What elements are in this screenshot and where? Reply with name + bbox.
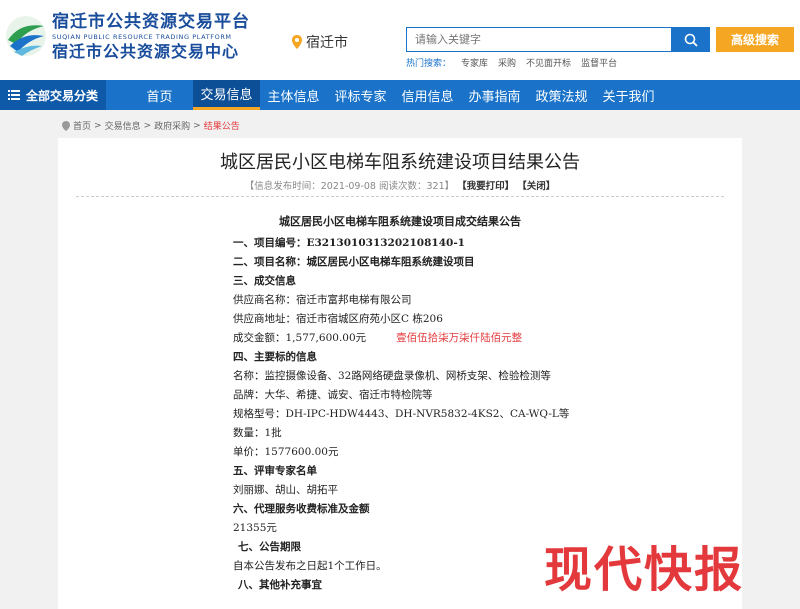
breadcrumb-gov-procurement[interactable]: 政府采购 <box>154 119 190 132</box>
project-number: 一、项目编号：E3213010313202108140-1 <box>233 237 465 249</box>
home-pin-icon <box>62 120 70 131</box>
supplier-address: 供应商地址：宿迁市宿城区府苑小区C 栋206 <box>233 313 443 325</box>
logo-subtitle-en: SUQIAN PUBLIC RESOURCE TRADING PLATFORM <box>52 33 232 41</box>
main-nav: 全部交易分类 首页 交易信息 主体信息 评标专家 信用信息 办事指南 政策法规 … <box>0 80 800 110</box>
supplier-name: 供应商名称：宿迁市富邦电梯有限公司 <box>233 294 412 306</box>
menu-icon <box>8 90 20 100</box>
hot-search-item[interactable]: 监督平台 <box>581 56 617 69</box>
deal-amount-words: 壹佰伍拾柒万柒仟陆佰元整 <box>396 332 523 344</box>
header: 宿迁市公共资源交易平台 SUQIAN PUBLIC RESOURCE TRADI… <box>0 0 800 80</box>
logo-icon <box>6 16 46 56</box>
nav-credit-info[interactable]: 信用信息 <box>394 80 461 110</box>
notice-title: 城区居民小区电梯车阻系统建设项目成交结果公告 <box>279 215 521 228</box>
breadcrumb: 首页 > 交易信息 > 政府采购 > 结果公告 <box>62 119 240 132</box>
item-unit-price: 单价：1577600.00元 <box>233 446 339 458</box>
breadcrumb-home[interactable]: 首页 <box>73 119 91 132</box>
deal-amount-value: 成交金额：1,577,600.00元 <box>233 332 367 344</box>
breadcrumb-trade-info[interactable]: 交易信息 <box>105 119 141 132</box>
search-icon <box>684 33 698 47</box>
nav-about[interactable]: 关于我们 <box>595 80 662 110</box>
article-meta: 【信息发布时间：2021-09-08 阅读次数：321】 【我要打印】 【关闭】 <box>58 178 742 192</box>
breadcrumb-current: 结果公告 <box>203 122 240 132</box>
section-notice-period: 七、公告期限 <box>238 541 301 553</box>
section-agency-fee: 六、代理服务收费标准及金额 <box>233 503 370 515</box>
deal-amount: 成交金额：1,577,600.00元 壹佰伍拾柒万柒仟陆佰元整 <box>233 330 522 345</box>
breadcrumb-separator: > <box>193 120 201 131</box>
hot-search-item[interactable]: 不见面开标 <box>526 56 571 69</box>
hot-search-label: 热门搜索： <box>406 59 452 69</box>
print-link[interactable]: 【我要打印】 <box>457 181 514 192</box>
nav-guide[interactable]: 办事指南 <box>461 80 528 110</box>
all-categories-label: 全部交易分类 <box>26 88 99 103</box>
nav-entity-info[interactable]: 主体信息 <box>260 80 327 110</box>
all-categories-menu[interactable]: 全部交易分类 <box>0 80 106 110</box>
item-quantity: 数量：1批 <box>233 427 282 439</box>
breadcrumb-separator: > <box>143 120 152 131</box>
logo-center-name: 宿迁市公共资源交易中心 <box>52 42 240 61</box>
item-names: 名称：监控摄像设备、32路网络硬盘录像机、网桥支架、检验检测等 <box>233 370 551 382</box>
advanced-search-button[interactable]: 高级搜索 <box>716 27 794 52</box>
hot-search-item[interactable]: 专家库 <box>461 56 488 69</box>
article-title: 城区居民小区电梯车阻系统建设项目结果公告 <box>220 152 580 173</box>
nav-policy[interactable]: 政策法规 <box>528 80 595 110</box>
location-pin-icon <box>292 35 302 49</box>
location-label: 宿迁市 <box>306 35 348 51</box>
section-other: 八、其他补充事宜 <box>238 579 322 591</box>
hot-search: 热门搜索： 专家库 采购 不见面开标 监督平台 <box>406 56 617 69</box>
close-link[interactable]: 【关闭】 <box>517 181 555 192</box>
nav-trade-info[interactable]: 交易信息 <box>193 80 260 110</box>
section-deal-info: 三、成交信息 <box>233 275 296 287</box>
hot-search-item[interactable]: 采购 <box>498 56 516 69</box>
section-experts: 五、评审专家名单 <box>233 465 317 477</box>
watermark-logo: 现代快报 <box>544 542 745 598</box>
search-button[interactable] <box>672 27 710 52</box>
logo-title: 宿迁市公共资源交易平台 <box>52 12 250 32</box>
nav-home[interactable]: 首页 <box>126 80 193 110</box>
logo-text: 宿迁市公共资源交易平台 SUQIAN PUBLIC RESOURCE TRADI… <box>52 12 250 62</box>
location-selector[interactable]: 宿迁市 <box>292 32 348 52</box>
agency-fee-amount: 21355元 <box>233 522 277 534</box>
notice-period-text: 自本公告发布之日起1个工作日。 <box>233 560 387 572</box>
expert-names: 刘丽娜、胡山、胡拓平 <box>233 484 338 496</box>
search-input[interactable] <box>406 27 672 52</box>
item-brands: 品牌：大华、希捷、诚安、宿迁市特检院等 <box>233 389 433 401</box>
publish-info: 【信息发布时间：2021-09-08 阅读次数：321】 <box>244 181 455 192</box>
breadcrumb-separator: > <box>94 120 102 131</box>
section-items: 四、主要标的信息 <box>233 351 317 363</box>
nav-experts[interactable]: 评标专家 <box>327 80 394 110</box>
divider <box>76 196 724 197</box>
item-models: 规格型号：DH-IPC-HDW4443、DH-NVR5832-4KS2、CA-W… <box>233 408 570 420</box>
project-name: 二、项目名称：城区居民小区电梯车阻系统建设项目 <box>233 256 475 268</box>
